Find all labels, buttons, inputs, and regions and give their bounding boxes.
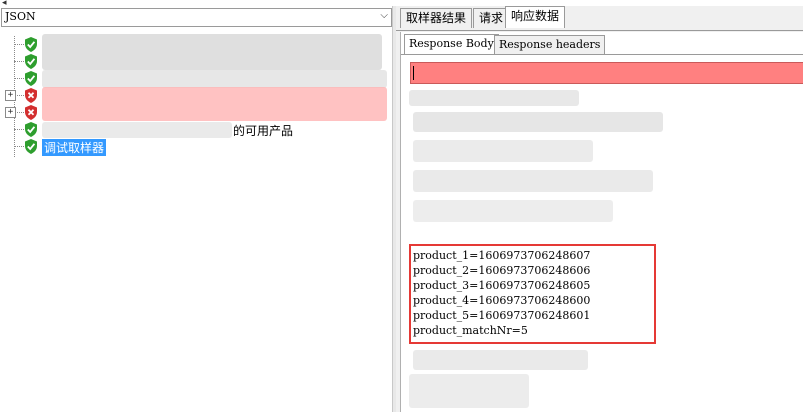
renderer-select-value: JSON xyxy=(5,10,36,23)
chevron-down-icon[interactable]: ⌵ xyxy=(380,10,388,21)
redacted-region xyxy=(42,122,232,138)
result-details-pane: 取样器结果 请求 响应数据 Response Body Response hea… xyxy=(396,6,803,412)
tab-sampler-result[interactable]: 取样器结果 xyxy=(400,8,473,28)
response-body: product_1=1606973706248607 product_2=160… xyxy=(409,88,803,408)
subtab-response-body[interactable]: Response Body xyxy=(404,34,499,55)
search-input[interactable] xyxy=(410,62,803,84)
tree-branch xyxy=(14,78,24,79)
sampler-tree: + + 的可用产品 调试取样器 xyxy=(0,32,392,192)
results-tree-pane: JSON ⌵ + + 的可用产品 调试取样器 xyxy=(0,6,394,412)
redacted-region xyxy=(42,87,387,121)
tabs-divider xyxy=(396,30,803,31)
tree-node-selected[interactable]: 调试取样器 xyxy=(0,138,390,156)
tree-branch xyxy=(15,95,24,96)
redacted-region xyxy=(413,170,653,192)
pass-shield-icon xyxy=(25,54,37,69)
tab-response-data[interactable]: 响应数据 xyxy=(505,6,566,28)
response-panel: Response Body Response headers product_1… xyxy=(400,32,803,412)
subtabs-divider xyxy=(401,54,803,55)
redacted-region xyxy=(413,200,613,222)
tree-branch xyxy=(14,61,24,62)
redacted-region xyxy=(413,112,663,132)
response-line: product_4=1606973706248600 xyxy=(413,294,591,307)
renderer-select[interactable]: JSON ⌵ xyxy=(1,8,392,27)
tree-branch xyxy=(14,146,24,147)
fail-shield-icon xyxy=(25,105,37,120)
redacted-region xyxy=(42,70,387,88)
pass-shield-icon xyxy=(25,122,37,137)
redacted-region xyxy=(413,140,593,162)
subtab-response-headers[interactable]: Response headers xyxy=(494,35,606,54)
redacted-region xyxy=(413,350,588,370)
redacted-region xyxy=(42,34,382,70)
text-caret xyxy=(413,66,414,80)
pass-shield-icon xyxy=(25,139,37,154)
tab-request[interactable]: 请求 xyxy=(473,8,510,28)
fail-shield-icon xyxy=(25,88,37,103)
response-line: product_3=1606973706248605 xyxy=(413,279,591,292)
tree-branch xyxy=(15,112,24,113)
tree-branch xyxy=(14,129,24,130)
tree-branch xyxy=(14,44,24,45)
tree-node-label: 的可用产品 xyxy=(233,124,294,138)
response-line: product_5=1606973706248601 xyxy=(413,309,591,322)
tree-node-label: 调试取样器 xyxy=(42,139,107,156)
pass-shield-icon xyxy=(25,71,37,86)
response-line: product_matchNr=5 xyxy=(413,324,528,337)
response-line: product_1=1606973706248607 xyxy=(413,249,591,262)
redacted-region xyxy=(409,374,529,408)
response-line: product_2=1606973706248606 xyxy=(413,264,591,277)
pass-shield-icon xyxy=(25,37,37,52)
redacted-region xyxy=(409,90,579,106)
